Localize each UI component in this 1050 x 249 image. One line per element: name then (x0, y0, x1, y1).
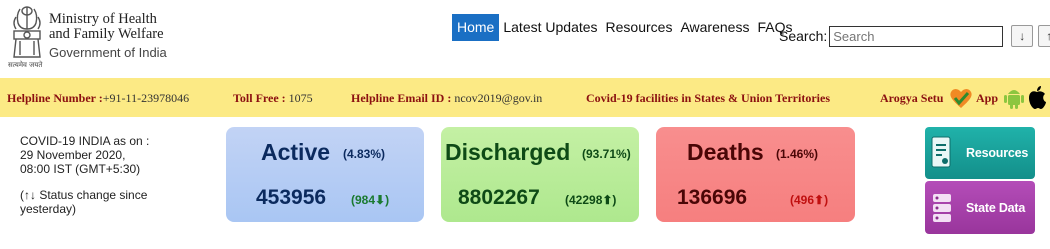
deaths-card: Deaths (1.46%) 136696 (496⬆) (656, 127, 855, 222)
status-line1: (↑↓ Status change since (20, 188, 148, 202)
deaths-count: 136696 (677, 186, 748, 209)
active-delta: (984⬇) (351, 193, 389, 207)
discharged-percent: (93.71%) (582, 147, 631, 161)
active-percent: (4.83%) (343, 147, 386, 161)
state-data-button[interactable]: State Data (925, 181, 1035, 234)
national-emblem-icon: सत्यमेव जयते (8, 6, 43, 69)
deaths-percent: (1.46%) (776, 147, 819, 161)
state-data-button-label: State Data (966, 200, 1026, 215)
deaths-delta: (496⬆) (790, 193, 828, 207)
android-icon[interactable] (1003, 86, 1025, 110)
info-line3: 08:00 IST (GMT+5:30) (20, 162, 141, 176)
helpline-email[interactable]: Helpline Email ID : ncov2019@gov.in (351, 91, 542, 106)
resources-button-label: Resources (966, 146, 1029, 160)
site-header: सत्यमेव जयते Ministry of Health and Fami… (0, 0, 1050, 76)
active-count: 453956 (256, 186, 327, 209)
helpline-email-value: ncov2019@gov.in (454, 91, 543, 105)
main-nav: Home Latest Updates Resources Awareness … (452, 14, 796, 41)
nav-home[interactable]: Home (452, 14, 500, 41)
update-info: COVID-19 INDIA as on : 29 November 2020,… (20, 134, 149, 216)
discharged-count: 8802267 (458, 186, 540, 209)
app-label: App (976, 91, 999, 105)
apple-icon[interactable] (1027, 85, 1047, 110)
active-label: Active (261, 139, 331, 165)
arrow-up-icon: ⬆) (602, 193, 617, 207)
info-line2: 29 November 2020, (20, 148, 126, 162)
deaths-label: Deaths (687, 139, 764, 165)
search-bar: Search: ↓ ↑ (779, 25, 1050, 47)
active-card: Active (4.83%) 453956 (984⬇) (226, 127, 424, 222)
ministry-title[interactable]: Ministry of Health and Family Welfare (49, 12, 164, 42)
ministry-line2: and Family Welfare (49, 26, 164, 42)
nav-resources[interactable]: Resources (602, 14, 677, 41)
search-label: Search: (779, 28, 828, 44)
helpline-bar: Helpline Number :+91-11-23978046 Toll Fr… (0, 78, 1050, 117)
toll-free[interactable]: Toll Free : 1075 (233, 91, 313, 106)
helpline-email-label: Helpline Email ID : (351, 91, 452, 105)
arrow-down-icon: ⬇) (375, 193, 390, 207)
active-delta-value: (984 (351, 193, 376, 207)
discharged-card: Discharged (93.71%) 8802267 (42298⬆) (441, 127, 639, 222)
helpline-number-label: Helpline Number : (7, 91, 103, 105)
arogya-setu-link[interactable]: Arogya Setu (880, 91, 943, 106)
search-down-button[interactable]: ↓ (1011, 25, 1034, 47)
search-up-button[interactable]: ↑ (1038, 25, 1050, 47)
arogya-heart-icon[interactable] (948, 86, 974, 110)
deaths-delta-value: (496 (790, 193, 815, 207)
ministry-line1: Ministry of Health (49, 11, 157, 27)
resources-button[interactable]: Resources (925, 127, 1035, 179)
helpline-number[interactable]: Helpline Number :+91-11-23978046 (7, 91, 189, 106)
facilities-link[interactable]: Covid-19 facilities in States & Union Te… (586, 91, 830, 106)
arrow-up-icon: ⬆) (814, 193, 829, 207)
search-input[interactable] (829, 25, 1004, 47)
toll-free-value: 1075 (288, 91, 313, 105)
database-icon (933, 193, 951, 222)
discharged-delta: (42298⬆) (565, 193, 616, 207)
discharged-label: Discharged (445, 139, 571, 165)
emblem-motto: सत्यमेव जयते (8, 60, 43, 69)
status-line2: yesterday) (20, 202, 77, 216)
info-line1: COVID-19 INDIA as on : (20, 134, 150, 148)
nav-latest-updates[interactable]: Latest Updates (499, 14, 601, 41)
government-label: Government of India (49, 45, 167, 60)
toll-free-label: Toll Free : (233, 91, 286, 105)
nav-awareness[interactable]: Awareness (676, 14, 753, 41)
discharged-delta-value: (42298 (565, 193, 603, 207)
helpline-number-value: +91-11-23978046 (102, 91, 190, 105)
resources-icon (931, 136, 951, 168)
